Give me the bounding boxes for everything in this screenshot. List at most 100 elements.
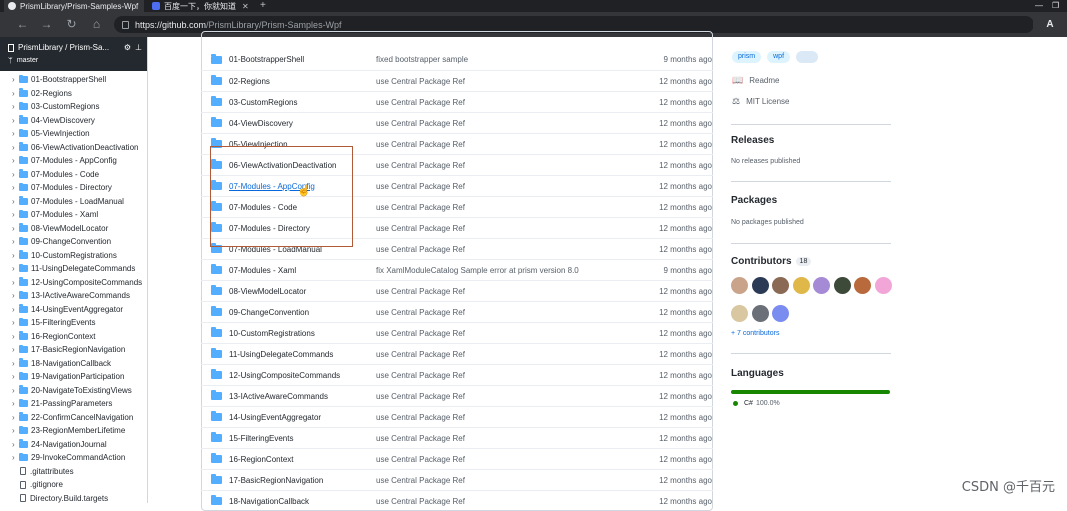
tree-folder-item[interactable]: ›13-IActiveAwareCommands: [0, 289, 147, 303]
language-item[interactable]: C# 100.0%: [733, 400, 780, 407]
close-icon[interactable]: ✕: [242, 2, 249, 11]
packages-heading[interactable]: Packages: [731, 195, 777, 206]
readme-link[interactable]: 📖 Readme: [732, 75, 779, 86]
tree-folder-item[interactable]: ›21-PassingParameters: [0, 397, 147, 411]
commit-message-link[interactable]: use Central Package Ref: [376, 245, 620, 254]
commit-message-link[interactable]: use Central Package Ref: [376, 182, 620, 191]
commit-message-link[interactable]: use Central Package Ref: [376, 140, 620, 149]
commit-message-link[interactable]: fixed bootstrapper sample: [376, 55, 620, 64]
commit-message-link[interactable]: use Central Package Ref: [376, 350, 620, 359]
tree-folder-item[interactable]: ›07-Modules - Directory: [0, 181, 147, 195]
tree-folder-item[interactable]: ›08-ViewModelLocator: [0, 222, 147, 236]
repo-name[interactable]: PrismLibrary / Prism-Sa...: [8, 43, 139, 52]
avatar[interactable]: [834, 277, 851, 294]
tree-folder-item[interactable]: ›01-BootstrapperShell: [0, 73, 147, 87]
tree-file-item[interactable]: .gitattributes: [0, 465, 147, 479]
releases-heading[interactable]: Releases: [731, 135, 774, 146]
avatar[interactable]: [731, 277, 748, 294]
tree-folder-item[interactable]: ›14-UsingEventAggregator: [0, 303, 147, 317]
file-name-link[interactable]: 15-FilteringEvents: [229, 434, 376, 443]
commit-message-link[interactable]: use Central Package Ref: [376, 287, 620, 296]
topic-tag[interactable]: wpf: [767, 51, 790, 63]
commit-message-link[interactable]: use Central Package Ref: [376, 329, 620, 338]
tab-github[interactable]: PrismLibrary/Prism-Samples-Wpf ✕: [4, 0, 144, 12]
tree-folder-item[interactable]: ›07-Modules - Code: [0, 168, 147, 182]
commit-message-link[interactable]: use Central Package Ref: [376, 413, 620, 422]
tree-folder-item[interactable]: ›16-RegionContext: [0, 330, 147, 344]
commit-message-link[interactable]: use Central Package Ref: [376, 161, 620, 170]
tree-folder-item[interactable]: ›23-RegionMemberLifetime: [0, 424, 147, 438]
branch[interactable]: ᛘ master: [8, 56, 139, 65]
tree-folder-item[interactable]: ›10-CustomRegistrations: [0, 249, 147, 263]
tree-folder-item[interactable]: ›04-ViewDiscovery: [0, 114, 147, 128]
file-name-link[interactable]: 01-BootstrapperShell: [229, 55, 376, 64]
tree-folder-item[interactable]: ›20-NavigateToExistingViews: [0, 384, 147, 398]
profile-button[interactable]: A: [1033, 12, 1067, 37]
back-icon[interactable]: ←: [14, 16, 31, 33]
forward-icon[interactable]: →: [38, 16, 55, 33]
avatar[interactable]: [813, 277, 830, 294]
avatar[interactable]: [875, 277, 892, 294]
file-name-link[interactable]: 08-ViewModelLocator: [229, 287, 376, 296]
contributors-heading[interactable]: Contributors 18: [731, 256, 811, 267]
file-name-link[interactable]: 18-NavigationCallback: [229, 497, 376, 506]
commit-message-link[interactable]: use Central Package Ref: [376, 392, 620, 401]
file-name-link[interactable]: 07-Modules - Xaml: [229, 266, 376, 275]
tree-folder-item[interactable]: ›05-ViewInjection: [0, 127, 147, 141]
license-link[interactable]: ⚖ MIT License: [732, 96, 790, 107]
reload-icon[interactable]: ↻: [63, 16, 80, 33]
pin-icon[interactable]: ⊥: [135, 43, 142, 52]
tree-folder-item[interactable]: ›15-FilteringEvents: [0, 316, 147, 330]
more-contributors-link[interactable]: + 7 contributors: [731, 330, 779, 337]
commit-message-link[interactable]: use Central Package Ref: [376, 77, 620, 86]
tree-folder-item[interactable]: ›02-Regions: [0, 87, 147, 101]
commit-message-link[interactable]: use Central Package Ref: [376, 497, 620, 506]
file-name-link[interactable]: 11-UsingDelegateCommands: [229, 350, 376, 359]
avatar[interactable]: [752, 305, 769, 322]
tree-folder-item[interactable]: ›12-UsingCompositeCommands: [0, 276, 147, 290]
gear-icon[interactable]: ⚙: [124, 43, 131, 52]
tree-folder-item[interactable]: ›07-Modules - AppConfig: [0, 154, 147, 168]
tree-folder-item[interactable]: ›06-ViewActivationDeactivation: [0, 141, 147, 155]
avatar[interactable]: [772, 277, 789, 294]
commit-message-link[interactable]: fix XamlModuleCatalog Sample error at pr…: [376, 266, 620, 275]
avatar[interactable]: [731, 305, 748, 322]
tree-folder-item[interactable]: ›17-BasicRegionNavigation: [0, 343, 147, 357]
tab-baidu[interactable]: 百度一下，你就知道 ✕: [148, 0, 256, 12]
restore-icon[interactable]: ❐: [1052, 0, 1059, 12]
tree-folder-item[interactable]: ›29-InvokeCommandAction: [0, 451, 147, 465]
file-name-link[interactable]: 09-ChangeConvention: [229, 308, 376, 317]
file-name-link[interactable]: 14-UsingEventAggregator: [229, 413, 376, 422]
commit-message-link[interactable]: use Central Package Ref: [376, 371, 620, 380]
file-name-link[interactable]: 02-Regions: [229, 77, 376, 86]
tree-folder-item[interactable]: ›11-UsingDelegateCommands: [0, 262, 147, 276]
file-name-link[interactable]: 03-CustomRegions: [229, 98, 376, 107]
tree-folder-item[interactable]: ›18-NavigationCallback: [0, 357, 147, 371]
topic-tag[interactable]: prism: [732, 51, 761, 63]
commit-message-link[interactable]: use Central Package Ref: [376, 455, 620, 464]
new-tab-button[interactable]: +: [260, 0, 266, 12]
avatar[interactable]: [793, 277, 810, 294]
file-name-link[interactable]: 10-CustomRegistrations: [229, 329, 376, 338]
avatar[interactable]: [772, 305, 789, 322]
avatar[interactable]: [854, 277, 871, 294]
file-name-link[interactable]: 13-IActiveAwareCommands: [229, 392, 376, 401]
tree-folder-item[interactable]: ›09-ChangeConvention: [0, 235, 147, 249]
commit-message-link[interactable]: use Central Package Ref: [376, 224, 620, 233]
file-name-link[interactable]: 04-ViewDiscovery: [229, 119, 376, 128]
commit-message-link[interactable]: use Central Package Ref: [376, 308, 620, 317]
tree-folder-item[interactable]: ›07-Modules - LoadManual: [0, 195, 147, 209]
commit-message-link[interactable]: use Central Package Ref: [376, 98, 620, 107]
file-name-link[interactable]: 12-UsingCompositeCommands: [229, 371, 376, 380]
commit-message-link[interactable]: use Central Package Ref: [376, 476, 620, 485]
avatar[interactable]: [752, 277, 769, 294]
tree-folder-item[interactable]: ›19-NavigationParticipation: [0, 370, 147, 384]
commit-message-link[interactable]: use Central Package Ref: [376, 434, 620, 443]
file-name-link[interactable]: 17-BasicRegionNavigation: [229, 476, 376, 485]
tree-file-item[interactable]: Directory.Build.targets: [0, 492, 147, 504]
tree-folder-item[interactable]: ›07-Modules - Xaml: [0, 208, 147, 222]
tree-folder-item[interactable]: ›03-CustomRegions: [0, 100, 147, 114]
file-name-link[interactable]: 16-RegionContext: [229, 455, 376, 464]
commit-message-link[interactable]: use Central Package Ref: [376, 203, 620, 212]
home-icon[interactable]: ⌂: [88, 16, 105, 33]
